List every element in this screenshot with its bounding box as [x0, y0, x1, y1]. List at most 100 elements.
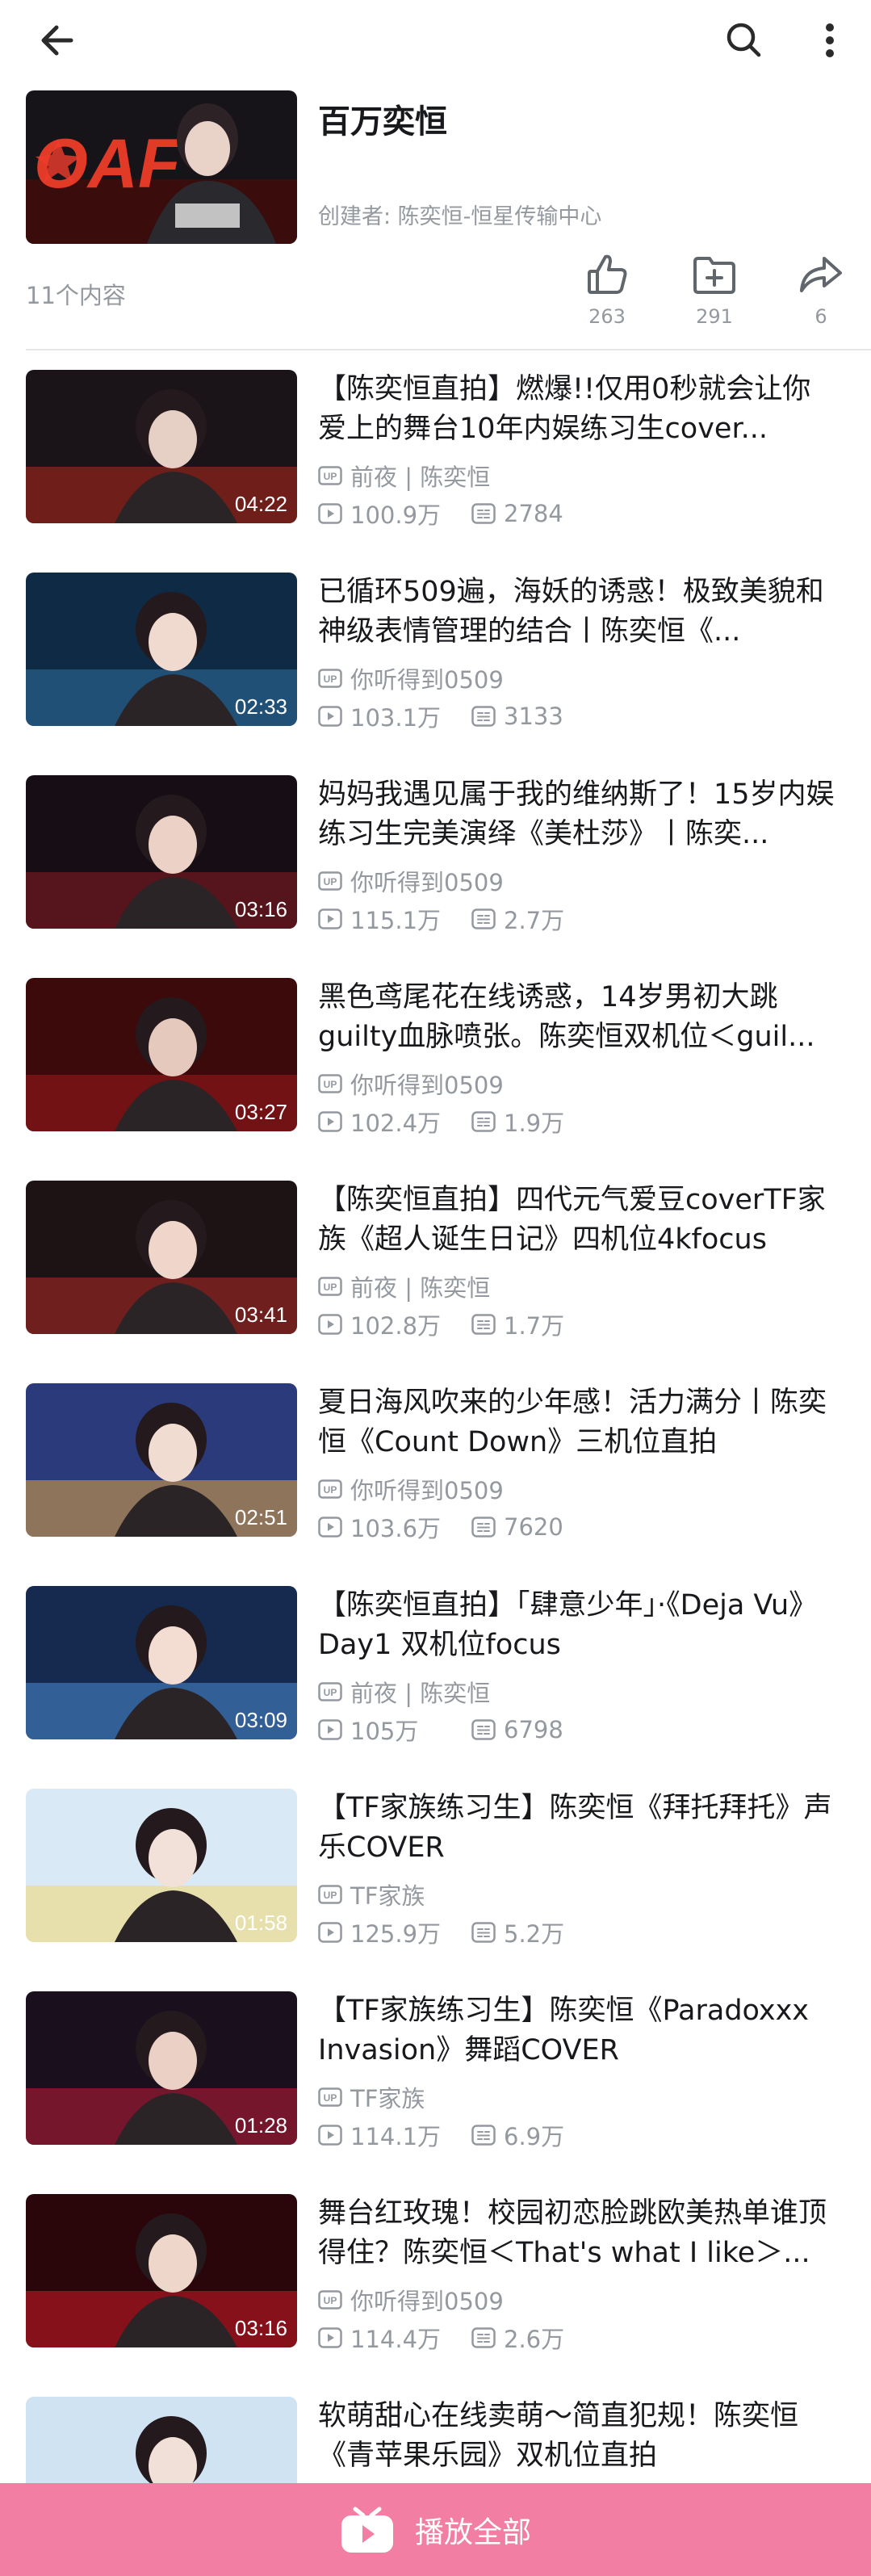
- share-button[interactable]: 6: [785, 250, 857, 339]
- video-uploader[interactable]: UP 前夜 | 陈奕恒: [318, 1675, 490, 1709]
- danmaku-count: 2784: [504, 500, 563, 527]
- video-title[interactable]: 【陈奕恒直拍】燃爆!!仅用0秒就会让你爱上的舞台10年内娱练习生cover...: [318, 370, 835, 449]
- play-all-button[interactable]: 播放全部: [0, 2483, 871, 2576]
- play-count-icon: [318, 1922, 342, 1943]
- play-count-icon: [318, 1719, 342, 1740]
- view-count: 100.9万: [350, 501, 442, 529]
- video-stats: 115.1万 2.7万: [318, 902, 564, 936]
- video-uploader[interactable]: UP 你听得到0509: [318, 1472, 504, 1506]
- up-badge-icon: UP: [318, 669, 342, 688]
- back-arrow-icon[interactable]: [36, 18, 81, 63]
- uploader-name: TF家族: [350, 1882, 425, 1910]
- video-list-item[interactable]: 03:16 舞台红玫瑰！校园初恋脸跳欧美热单谁顶得住？陈奕恒＜That's wh…: [0, 2194, 871, 2397]
- video-duration: 03:16: [234, 897, 287, 921]
- up-badge-icon: UP: [318, 871, 342, 891]
- video-uploader[interactable]: UP TF家族: [318, 2080, 425, 2114]
- danmaku-icon: [471, 1922, 496, 1943]
- video-uploader[interactable]: UP 你听得到0509: [318, 1067, 504, 1101]
- video-title[interactable]: 舞台红玫瑰！校园初恋脸跳欧美热单谁顶得住？陈奕恒＜That's what I l…: [318, 2194, 835, 2273]
- video-duration: 02:51: [234, 1505, 287, 1529]
- video-thumbnail[interactable]: 02:33: [26, 573, 297, 726]
- video-uploader[interactable]: UP 前夜 | 陈奕恒: [318, 1269, 490, 1303]
- video-stats: 103.6万 7620: [318, 1510, 563, 1544]
- video-uploader[interactable]: UP 前夜 | 陈奕恒: [318, 459, 490, 493]
- video-stats: 100.9万 2784: [318, 497, 563, 531]
- video-duration: 01:58: [234, 1911, 287, 1935]
- uploader-name: 你听得到0509: [350, 1072, 504, 1099]
- video-uploader[interactable]: UP 你听得到0509: [318, 864, 504, 898]
- favorites-cover-image[interactable]: OAF: [26, 90, 297, 244]
- view-count: 102.8万: [350, 1312, 442, 1340]
- svg-text:UP: UP: [324, 673, 337, 685]
- search-icon[interactable]: [722, 18, 767, 63]
- video-thumbnail[interactable]: 03:27: [26, 978, 297, 1131]
- view-count: 102.4万: [350, 1110, 442, 1137]
- danmaku-count: 2.6万: [504, 2326, 565, 2353]
- video-title[interactable]: 妈妈我遇见属于我的维纳斯了！15岁内娱练习生完美演绎《美杜莎》丨陈奕...: [318, 775, 835, 854]
- creator-text[interactable]: 创建者: 陈奕恒-恒星传输中心: [318, 199, 601, 230]
- video-thumbnail[interactable]: 01:58: [26, 1789, 297, 1942]
- thumbs-up-icon: [588, 254, 627, 294]
- content-count: 11个内容: [26, 282, 126, 309]
- like-button[interactable]: 263: [571, 250, 643, 339]
- video-thumbnail[interactable]: 03:09: [26, 1586, 297, 1739]
- svg-text:UP: UP: [324, 471, 337, 482]
- video-duration: 01:28: [234, 2113, 287, 2138]
- like-count: 263: [588, 305, 626, 328]
- video-title[interactable]: 【TF家族练习生】陈奕恒《拜托拜托》声乐COVER: [318, 1789, 835, 1868]
- video-title[interactable]: 已循环509遍，海妖的诱惑！极致美貌和神级表情管理的结合丨陈奕恒《...: [318, 573, 835, 652]
- video-uploader[interactable]: UP 你听得到0509: [318, 2283, 504, 2317]
- video-thumbnail[interactable]: 03:41: [26, 1181, 297, 1334]
- video-thumbnail[interactable]: 02:51: [26, 1383, 297, 1537]
- video-title[interactable]: 【陈奕恒直拍】四代元气爱豆coverTF家族《超人诞生日记》四机位4kfocus: [318, 1181, 835, 1260]
- uploader-name: 你听得到0509: [350, 1477, 504, 1504]
- danmaku-count: 6.9万: [504, 2123, 565, 2150]
- video-list-item[interactable]: 02:51 夏日海风吹来的少年感！活力满分丨陈奕恒《Count Down》三机位…: [0, 1383, 871, 1586]
- video-list-item[interactable]: 02:33 已循环509遍，海妖的诱惑！极致美貌和神级表情管理的结合丨陈奕恒《.…: [0, 573, 871, 775]
- view-count: 114.1万: [350, 2123, 442, 2150]
- up-badge-icon: UP: [318, 2087, 342, 2107]
- play-count-icon: [318, 1314, 342, 1335]
- video-thumbnail[interactable]: 04:22: [26, 370, 297, 523]
- danmaku-count: 1.7万: [504, 1312, 565, 1340]
- favorites-title: 百万奕恒: [318, 103, 447, 141]
- video-uploader[interactable]: UP 你听得到0509: [318, 661, 504, 695]
- video-stats: 102.4万 1.9万: [318, 1105, 564, 1139]
- play-count-icon: [318, 2125, 342, 2146]
- video-list-item[interactable]: 01:28 【TF家族练习生】陈奕恒《Paradoxxx Invasion》舞蹈…: [0, 1991, 871, 2194]
- video-list-item[interactable]: 03:27 黑色鸢尾花在线诱惑，14岁男初大跳guilty血脉喷张。陈奕恒双机位…: [0, 978, 871, 1181]
- play-count-icon: [318, 2327, 342, 2348]
- share-icon: [800, 257, 842, 292]
- video-list-item[interactable]: 01:58 【TF家族练习生】陈奕恒《拜托拜托》声乐COVER UP TF家族 …: [0, 1789, 871, 1991]
- video-thumbnail[interactable]: 03:16: [26, 775, 297, 929]
- video-title[interactable]: 【TF家族练习生】陈奕恒《Paradoxxx Invasion》舞蹈COVER: [318, 1991, 835, 2070]
- video-thumbnail[interactable]: 01:28: [26, 1991, 297, 2145]
- video-title[interactable]: 黑色鸢尾花在线诱惑，14岁男初大跳guilty血脉喷张。陈奕恒双机位＜guil.…: [318, 978, 835, 1057]
- video-list-item[interactable]: 04:22 【陈奕恒直拍】燃爆!!仅用0秒就会让你爱上的舞台10年内娱练习生co…: [0, 370, 871, 573]
- favorite-button[interactable]: 291: [678, 250, 751, 339]
- up-badge-icon: UP: [318, 2290, 342, 2310]
- video-title[interactable]: 软萌甜心在线卖萌～简直犯规！陈奕恒《青苹果乐园》双机位直拍: [318, 2397, 835, 2476]
- svg-text:UP: UP: [324, 2295, 337, 2306]
- video-title[interactable]: 【陈奕恒直拍】「肆意少年」·《Deja Vu》Day1 双机位focus: [318, 1586, 835, 1665]
- svg-text:UP: UP: [324, 1687, 337, 1698]
- view-count: 103.1万: [350, 704, 442, 732]
- view-count: 105万: [350, 1718, 419, 1745]
- svg-text:UP: UP: [324, 1890, 337, 1901]
- video-list-item[interactable]: 03:09 【陈奕恒直拍】「肆意少年」·《Deja Vu》Day1 双机位foc…: [0, 1586, 871, 1789]
- video-duration: 03:27: [234, 1100, 287, 1124]
- video-uploader[interactable]: UP TF家族: [318, 1877, 425, 1911]
- danmaku-count: 1.9万: [504, 1110, 565, 1137]
- up-badge-icon: UP: [318, 1479, 342, 1499]
- uploader-name: 前夜 | 陈奕恒: [350, 1680, 491, 1707]
- share-count: 6: [814, 305, 827, 328]
- video-stats: 114.1万 6.9万: [318, 2118, 564, 2152]
- video-list-item[interactable]: 03:16 妈妈我遇见属于我的维纳斯了！15岁内娱练习生完美演绎《美杜莎》丨陈奕…: [0, 775, 871, 978]
- video-thumbnail[interactable]: 03:16: [26, 2194, 297, 2347]
- video-list-item[interactable]: 03:41 【陈奕恒直拍】四代元气爱豆coverTF家族《超人诞生日记》四机位4…: [0, 1181, 871, 1383]
- video-title[interactable]: 夏日海风吹来的少年感！活力满分丨陈奕恒《Count Down》三机位直拍: [318, 1383, 835, 1462]
- danmaku-icon: [471, 1111, 496, 1132]
- video-duration: 02:33: [234, 694, 287, 719]
- up-badge-icon: UP: [318, 1682, 342, 1701]
- more-vertical-icon[interactable]: [807, 18, 852, 63]
